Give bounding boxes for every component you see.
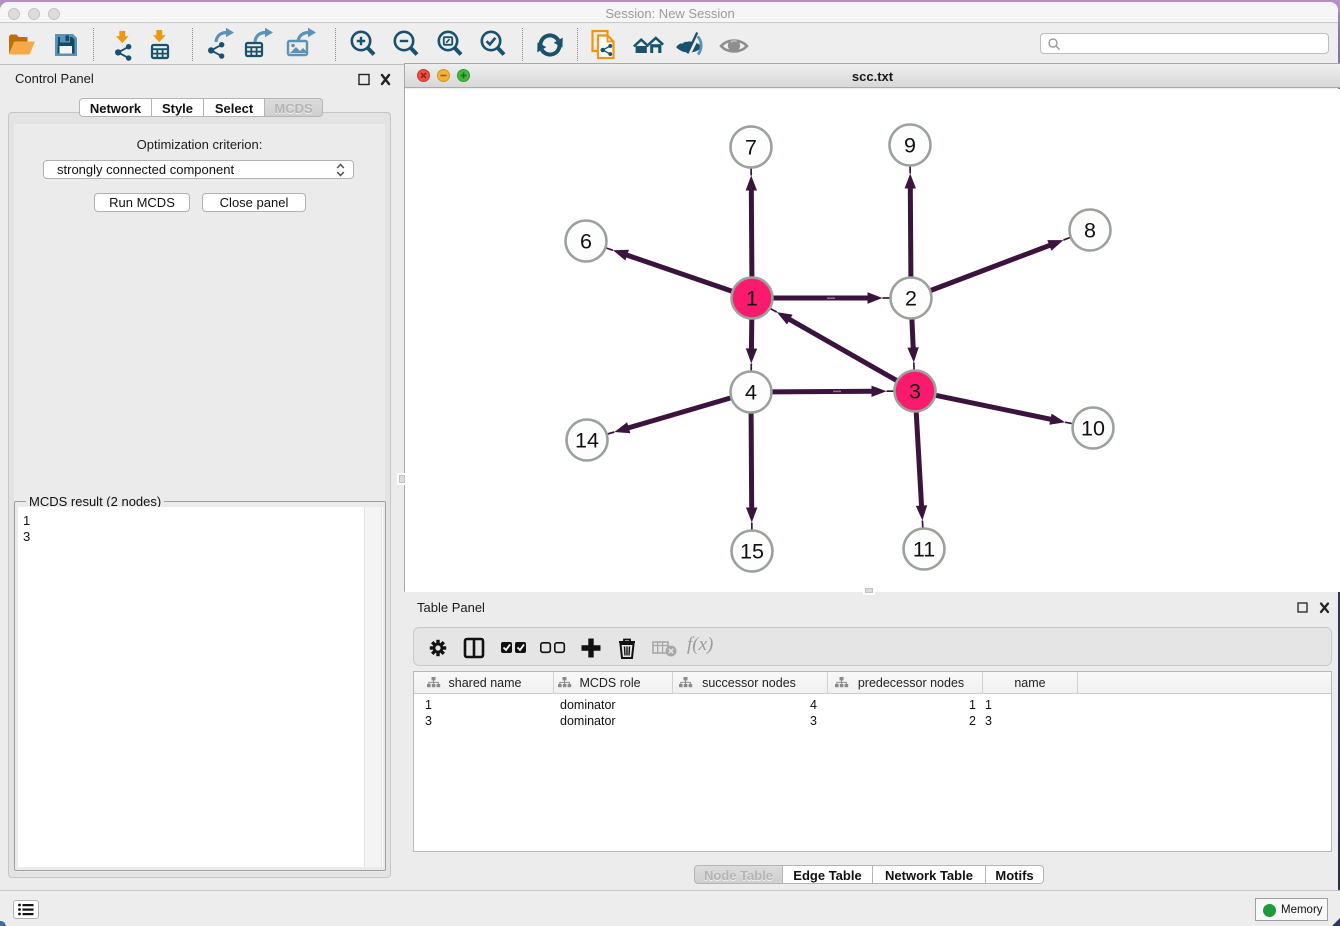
svg-text:2: 2 (905, 287, 917, 311)
svg-text:4: 4 (745, 381, 757, 405)
svg-text:11: 11 (913, 538, 935, 562)
svg-text:9: 9 (904, 134, 916, 158)
svg-text:8: 8 (1084, 219, 1096, 243)
svg-text:14: 14 (575, 429, 599, 453)
svg-text:10: 10 (1081, 417, 1105, 441)
svg-text:1: 1 (746, 287, 758, 311)
svg-text:7: 7 (745, 136, 757, 160)
svg-text:3: 3 (909, 380, 921, 404)
svg-text:6: 6 (580, 230, 592, 254)
svg-text:15: 15 (740, 540, 764, 564)
